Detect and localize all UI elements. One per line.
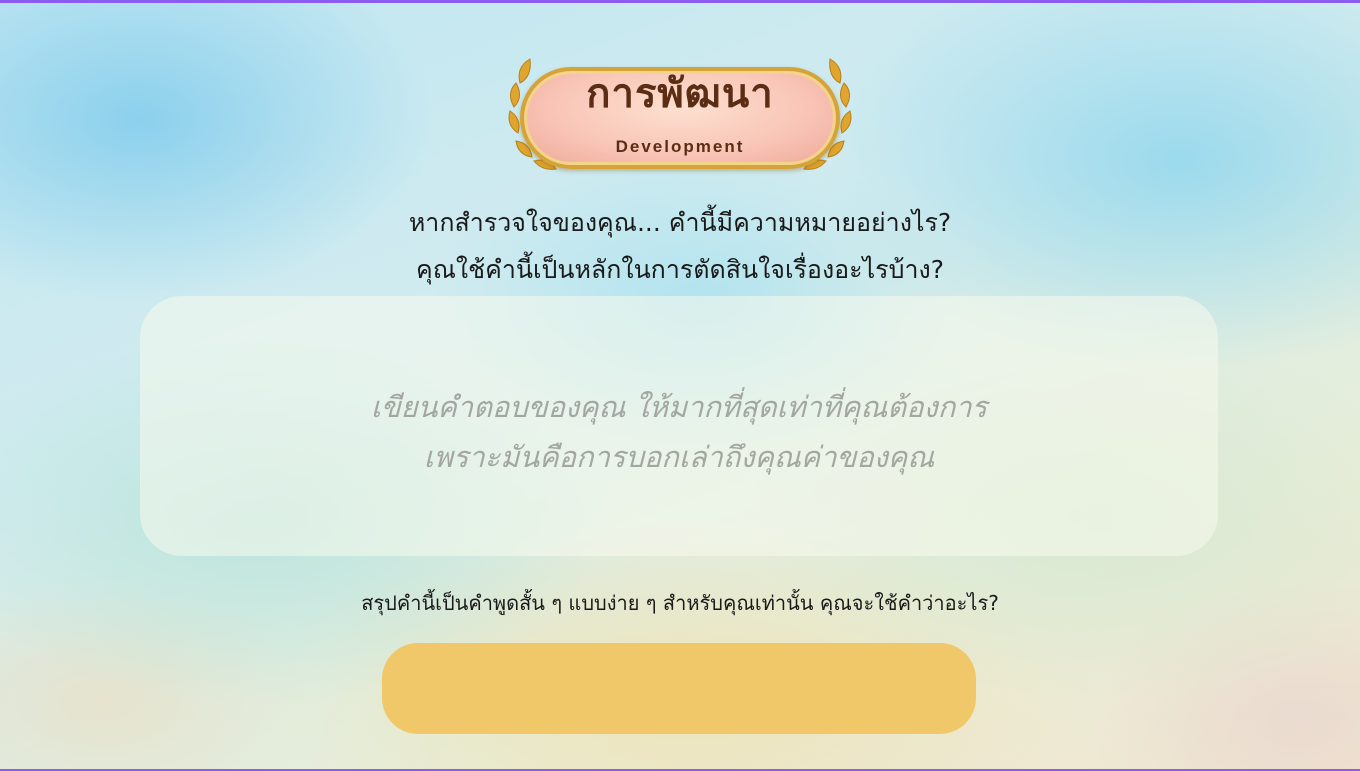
page-subtitle: Development <box>615 137 745 156</box>
question-decisions: คุณใช้คำนี้เป็นหลักในการตัดสินใจเรื่องอะ… <box>416 255 944 284</box>
summary-word-input[interactable] <box>382 643 976 734</box>
question-meaning: หากสำรวจใจของคุณ... คำนี้มีความหมายอย่าง… <box>408 208 952 237</box>
title-badge: การพัฒนา Development <box>500 49 860 183</box>
answer-placeholder-line-1: เขียนคำตอบของคุณ ให้มากที่สุดเท่าที่คุณต… <box>370 390 988 424</box>
summary-question: สรุปคำนี้เป็นคำพูดสั้น ๆ แบบง่าย ๆ สำหรั… <box>361 591 999 615</box>
page-title: การพัฒนา <box>586 71 774 117</box>
answer-placeholder-line-2: เพราะมันคือการบอกเล่าถึงคุณค่าของคุณ <box>423 440 935 474</box>
answer-textarea[interactable]: เขียนคำตอบของคุณ ให้มากที่สุดเท่าที่คุณต… <box>140 296 1218 556</box>
